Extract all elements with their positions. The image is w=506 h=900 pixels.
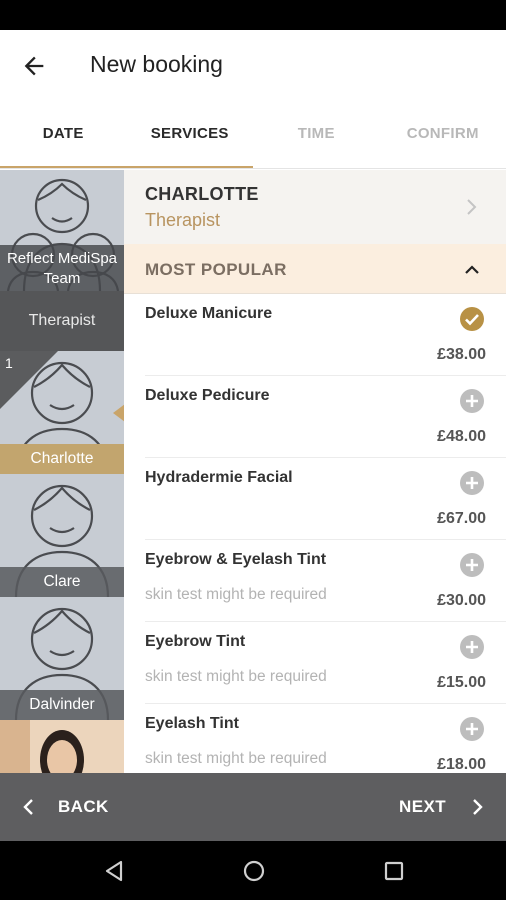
check-circle-icon[interactable] <box>459 306 485 332</box>
chevron-right-icon <box>473 799 483 815</box>
service-price: £38.00 <box>437 346 486 363</box>
service-note: skin test might be required <box>145 668 327 685</box>
services-panel: CHARLOTTE Therapist MOST POPULAR Deluxe … <box>124 170 506 773</box>
back-arrow-icon[interactable] <box>20 52 48 80</box>
service-name: Eyebrow & Eyelash Tint <box>145 551 327 568</box>
staff-card-team[interactable]: Reflect MediSpa Team <box>0 170 124 291</box>
service-name: Deluxe Pedicure <box>145 387 270 404</box>
add-circle-icon[interactable] <box>459 470 485 496</box>
app-screen: New booking DATE SERVICES TIME CONFIRM R… <box>0 0 506 900</box>
chevron-up-icon[interactable] <box>462 260 482 278</box>
app-bar: New booking <box>0 30 506 102</box>
service-item-deluxe-manicure[interactable]: Deluxe Manicure £38.00 <box>124 294 506 376</box>
service-item-hydradermie-facial[interactable]: Hydradermie Facial £67.00 <box>124 458 506 540</box>
add-circle-icon[interactable] <box>459 552 485 578</box>
back-button-label: BACK <box>58 797 109 816</box>
service-price: £18.00 <box>437 756 486 773</box>
service-name: Deluxe Manicure <box>145 305 273 322</box>
staff-card-photo[interactable] <box>0 720 124 773</box>
tab-time[interactable]: TIME <box>253 102 380 168</box>
staff-card-dalvinder[interactable]: Dalvinder <box>0 597 124 720</box>
therapist-group-label: Therapist <box>0 291 124 351</box>
service-item-deluxe-pedicure[interactable]: Deluxe Pedicure £48.00 <box>124 376 506 458</box>
staff-photo <box>0 720 124 773</box>
add-circle-icon[interactable] <box>459 388 485 414</box>
service-name: Eyebrow Tint <box>145 633 246 650</box>
section-title: MOST POPULAR <box>145 260 287 279</box>
therapist-header[interactable]: CHARLOTTE Therapist <box>124 170 506 244</box>
service-note: skin test might be required <box>145 750 327 767</box>
page-title: New booking <box>90 51 223 77</box>
staff-card-clare[interactable]: Clare <box>0 474 124 597</box>
chevron-right-icon <box>467 199 477 215</box>
nav-back-icon[interactable] <box>103 859 125 883</box>
back-button[interactable]: BACK <box>22 773 109 841</box>
staff-card-charlotte[interactable]: 1 Charlotte <box>0 351 124 474</box>
service-item-eyebrow-tint[interactable]: Eyebrow Tint skin test might be required… <box>124 622 506 704</box>
service-price: £30.00 <box>437 592 486 609</box>
staff-name: Reflect MediSpa Team <box>0 245 124 291</box>
tabs-divider <box>0 168 506 169</box>
system-navigation-bar <box>0 841 506 900</box>
staff-name: Dalvinder <box>0 690 124 720</box>
nav-recents-icon[interactable] <box>383 859 405 883</box>
service-name: Hydradermie Facial <box>145 469 293 486</box>
chevron-left-icon <box>23 799 33 815</box>
status-bar <box>0 0 506 30</box>
booking-steps-tabs: DATE SERVICES TIME CONFIRM <box>0 102 506 168</box>
tab-date[interactable]: DATE <box>0 102 127 168</box>
therapist-name: CHARLOTTE <box>145 184 259 204</box>
staff-name: Charlotte <box>0 444 124 474</box>
therapist-role: Therapist <box>145 210 221 230</box>
add-circle-icon[interactable] <box>459 634 485 660</box>
service-price: £15.00 <box>437 674 486 691</box>
nav-home-icon[interactable] <box>242 859 266 883</box>
staff-name: Clare <box>0 567 124 597</box>
tab-confirm[interactable]: CONFIRM <box>380 102 506 168</box>
tab-services[interactable]: SERVICES <box>127 102 254 168</box>
selected-count: 1 <box>5 355 13 371</box>
staff-list[interactable]: Reflect MediSpa Team Therapist 1 Charlot… <box>0 170 124 773</box>
service-item-eyebrow-eyelash-tint[interactable]: Eyebrow & Eyelash Tint skin test might b… <box>124 540 506 622</box>
add-circle-icon[interactable] <box>459 716 485 742</box>
service-name: Eyelash Tint <box>145 715 239 732</box>
section-header-most-popular[interactable]: MOST POPULAR <box>124 244 506 294</box>
service-price: £67.00 <box>437 510 486 527</box>
next-button-label: NEXT <box>399 797 446 816</box>
service-price: £48.00 <box>437 428 486 445</box>
next-button[interactable]: NEXT <box>399 773 484 841</box>
service-item-eyelash-tint[interactable]: Eyelash Tint skin test might be required… <box>124 704 506 773</box>
service-note: skin test might be required <box>145 586 327 603</box>
bottom-navigation-bar: BACK NEXT <box>0 773 506 841</box>
